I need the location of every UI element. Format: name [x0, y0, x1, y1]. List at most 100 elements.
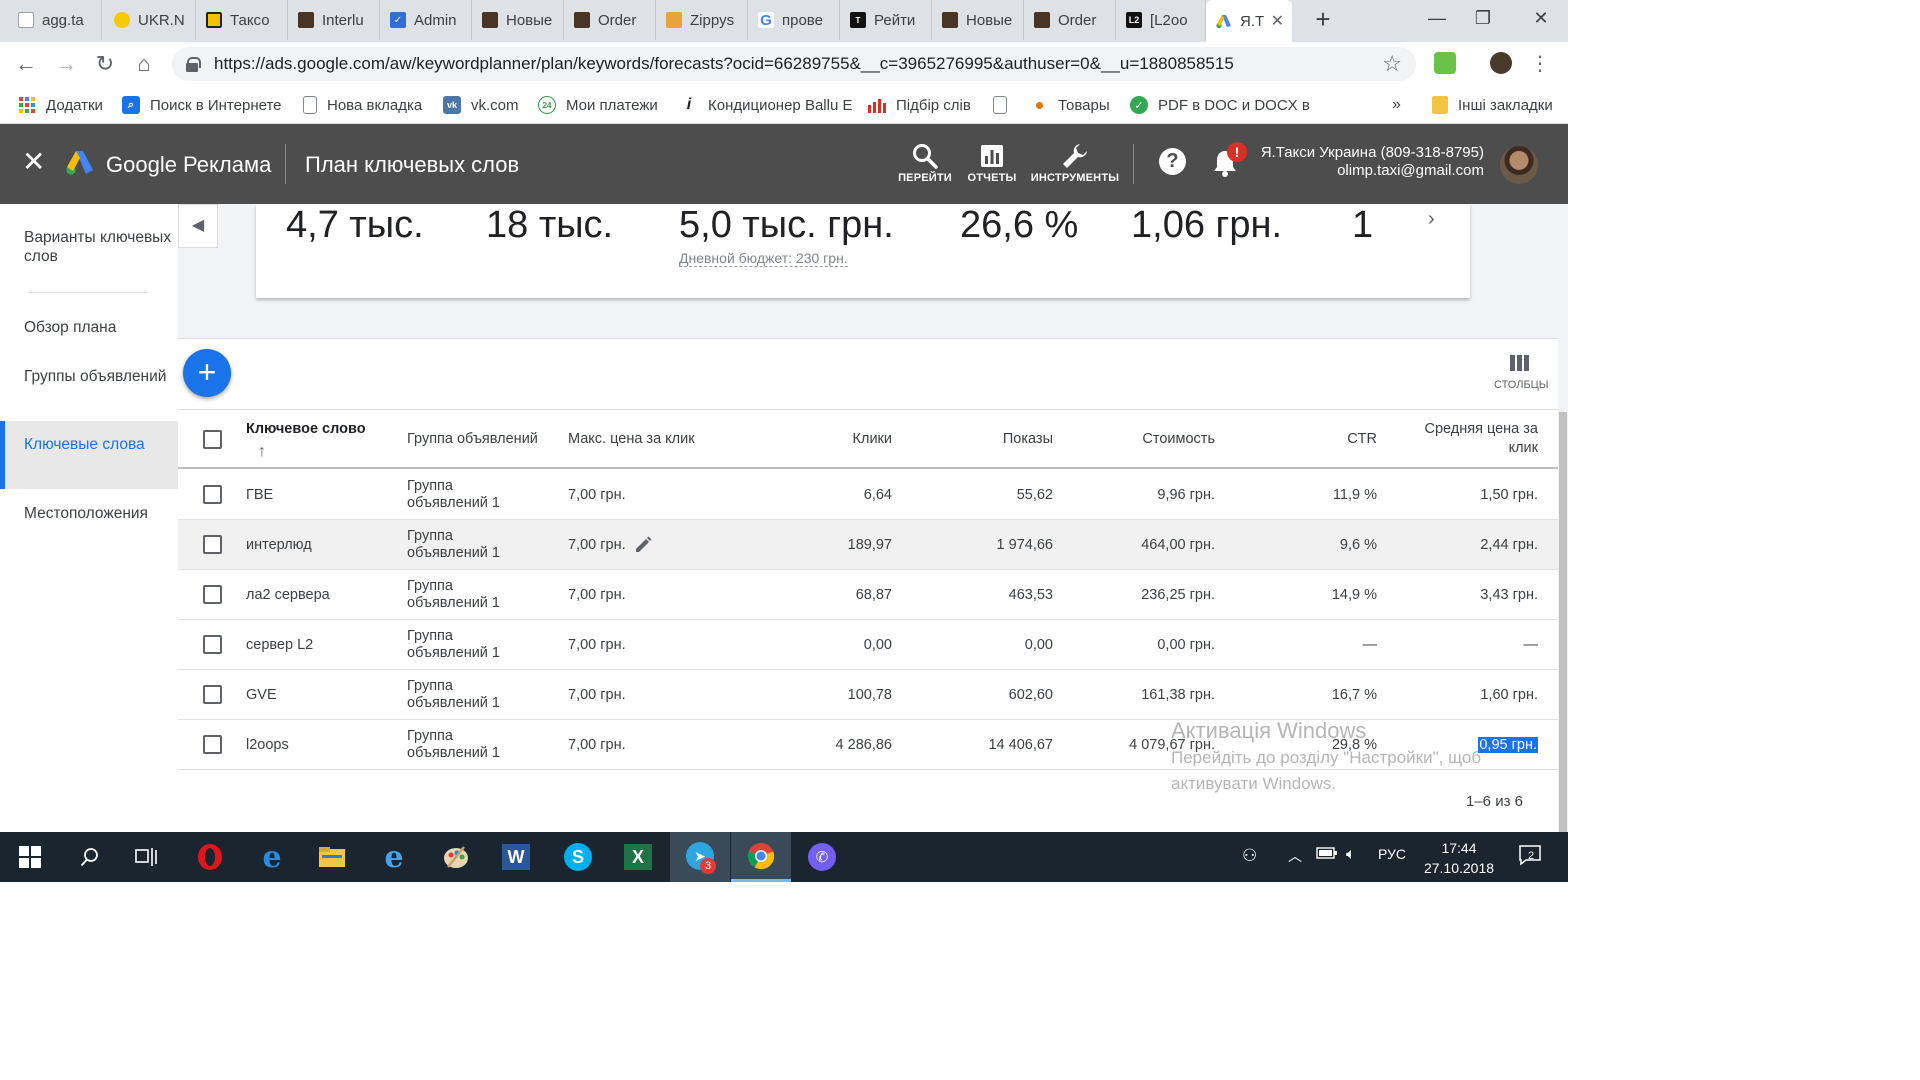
bookmark-item[interactable]: Додатки [18, 94, 103, 116]
clock[interactable]: 17:44 27.10.2018 [1418, 838, 1500, 878]
sidebar-item-keyword-ideas[interactable]: Варианты ключевых слов [0, 228, 178, 266]
sidebar-item-plan-overview[interactable]: Обзор плана [0, 318, 178, 337]
select-all-checkbox[interactable] [203, 430, 222, 449]
daily-budget-link[interactable]: Дневной бюджет: 230 грн. [679, 250, 848, 267]
volume-icon[interactable]: 🔈︎ [1346, 846, 1356, 864]
browser-tab[interactable]: Таксо [196, 0, 288, 40]
other-bookmarks[interactable]: Інші закладки [1432, 94, 1553, 116]
reload-icon[interactable]: ↻ [91, 50, 119, 78]
opera-icon[interactable] [194, 841, 226, 873]
forward-icon[interactable]: → [52, 50, 80, 78]
minimize-button[interactable]: — [1414, 4, 1460, 32]
browser-tab[interactable]: Новые [472, 0, 564, 40]
bookmark-item[interactable]: vk vk.com [443, 94, 519, 116]
browser-tab[interactable]: ✓ Admin [380, 0, 472, 40]
table-row[interactable]: ла2 сервера Группа объявлений 1 7,00 грн… [178, 570, 1558, 620]
browser-tab[interactable]: Новые [932, 0, 1024, 40]
close-tab-icon[interactable]: ✕ [1271, 11, 1284, 31]
cell-max-cpc[interactable]: 7,00 грн. [568, 670, 626, 720]
header-ctr[interactable]: CTR [1278, 430, 1377, 449]
viber-icon[interactable]: ✆ [806, 841, 838, 873]
chevron-right-icon[interactable]: › [1428, 208, 1435, 231]
browser-tab[interactable]: UKR.N [104, 0, 196, 40]
header-cost[interactable]: Стоимость [1108, 430, 1215, 449]
internet-explorer-icon[interactable]: e [378, 840, 410, 875]
account-info[interactable]: Я.Такси Украина (809-318-8795) olimp.tax… [1261, 144, 1484, 180]
header-keyword[interactable]: Ключевое слово [246, 420, 366, 439]
table-row[interactable]: ГВЕ Группа объявлений 1 7,00 грн. 6,64 5… [178, 470, 1558, 520]
reports-button[interactable]: ОТЧЕТЫ [966, 140, 1018, 184]
browser-tab[interactable]: Zippys [656, 0, 748, 40]
telegram-taskbar-button[interactable]: ➤ 3 [670, 832, 730, 882]
bookmark-item[interactable]: i Кондиционер Ballu E [680, 94, 853, 116]
search-icon[interactable] [74, 841, 106, 873]
cell-max-cpc[interactable]: 7,00 грн. [568, 620, 626, 670]
table-row[interactable]: интерлюд Группа объявлений 1 7,00 грн. 1… [178, 520, 1558, 570]
new-tab-button[interactable]: + [1310, 6, 1336, 34]
bookmark-item[interactable]: Нова вкладка [303, 94, 422, 116]
extension-icon[interactable] [1434, 52, 1456, 74]
edit-pencil-icon[interactable] [634, 536, 652, 554]
windows-start-icon[interactable] [14, 841, 46, 873]
skype-icon[interactable]: S [562, 841, 594, 873]
bookmark-item[interactable]: ✓ PDF в DOC и DOCX в [1130, 94, 1310, 116]
battery-icon[interactable] [1316, 846, 1338, 863]
avatar[interactable] [1500, 146, 1538, 184]
bookmarks-overflow-button[interactable]: » [1392, 94, 1401, 116]
columns-button[interactable]: СТОЛБЦЫ [1494, 355, 1549, 391]
collapse-sidebar-button[interactable]: ◀ [178, 204, 218, 248]
browser-tab[interactable]: T Рейти [840, 0, 932, 40]
help-icon[interactable]: ? [1159, 148, 1186, 175]
row-checkbox[interactable] [203, 485, 222, 504]
address-bar[interactable]: https://ads.google.com/aw/keywordplanner… [172, 47, 1416, 81]
sidebar-item-ad-groups[interactable]: Группы объявлений [0, 367, 178, 386]
window-close-button[interactable]: ✕ [1518, 4, 1564, 32]
browser-tab[interactable]: L2 [L2oo [1116, 0, 1206, 40]
task-view-icon[interactable] [130, 841, 162, 873]
browser-tab[interactable]: Order [564, 0, 656, 40]
row-checkbox[interactable] [203, 635, 222, 654]
cell-max-cpc[interactable]: 7,00 грн. [568, 720, 626, 770]
profile-avatar[interactable] [1490, 52, 1512, 74]
go-to-button[interactable]: ПЕРЕЙТИ [897, 140, 953, 184]
people-icon[interactable]: ⚇ [1242, 846, 1257, 866]
scrollbar-thumb[interactable] [1559, 412, 1567, 832]
bookmark-item[interactable]: Товары [1030, 94, 1110, 116]
bookmark-item[interactable] [993, 94, 1017, 116]
row-checkbox[interactable] [203, 735, 222, 754]
cell-max-cpc-editable[interactable]: 7,00 грн. [568, 520, 652, 570]
cell-max-cpc[interactable]: 7,00 грн. [568, 570, 626, 620]
restore-button[interactable]: ❐ [1460, 4, 1506, 32]
chrome-taskbar-button[interactable] [731, 832, 791, 882]
word-icon[interactable]: W [500, 841, 532, 873]
home-icon[interactable]: ⌂ [130, 50, 158, 78]
back-icon[interactable]: ← [12, 50, 40, 78]
browser-tab[interactable]: G прове [748, 0, 840, 40]
browser-tab[interactable]: Interlu [288, 0, 380, 40]
header-clicks[interactable]: Клики [778, 430, 892, 449]
paint-icon[interactable] [440, 841, 472, 873]
action-center-icon[interactable]: 2 [1518, 844, 1542, 869]
cell-max-cpc[interactable]: 7,00 грн. [568, 470, 626, 520]
tools-button[interactable]: ИНСТРУМЕНТЫ [1031, 140, 1119, 184]
browser-tab-active[interactable]: Я.Т ✕ [1206, 0, 1292, 42]
sidebar-item-locations[interactable]: Местоположения [0, 504, 178, 523]
header-impressions[interactable]: Показы [938, 430, 1053, 449]
table-row[interactable]: GVE Группа объявлений 1 7,00 грн. 100,78… [178, 670, 1558, 720]
chevron-up-icon[interactable]: ︿ [1288, 846, 1302, 866]
header-max-cpc[interactable]: Макс. цена за клик [568, 430, 695, 449]
bookmark-item[interactable]: Підбір слів [868, 94, 971, 116]
notifications-button[interactable]: ! [1212, 142, 1247, 178]
close-icon[interactable]: ✕ [22, 148, 45, 176]
language-indicator[interactable]: РУС [1378, 846, 1406, 862]
browser-tab[interactable]: agg.ta [8, 0, 102, 40]
header-ad-group[interactable]: Группа объявлений [407, 430, 538, 449]
sort-arrow-up-icon[interactable]: ↑ [258, 443, 266, 461]
menu-kebab-icon[interactable]: ⋮ [1526, 50, 1554, 78]
table-row[interactable]: l2oops Группа объявлений 1 7,00 грн. 4 2… [178, 720, 1558, 770]
scrollbar[interactable] [1558, 408, 1568, 832]
browser-tab[interactable]: Order [1024, 0, 1116, 40]
bookmark-item[interactable]: ⌕ Поиск в Интернете [122, 94, 282, 116]
row-checkbox[interactable] [203, 535, 222, 554]
file-explorer-icon[interactable] [316, 841, 348, 873]
